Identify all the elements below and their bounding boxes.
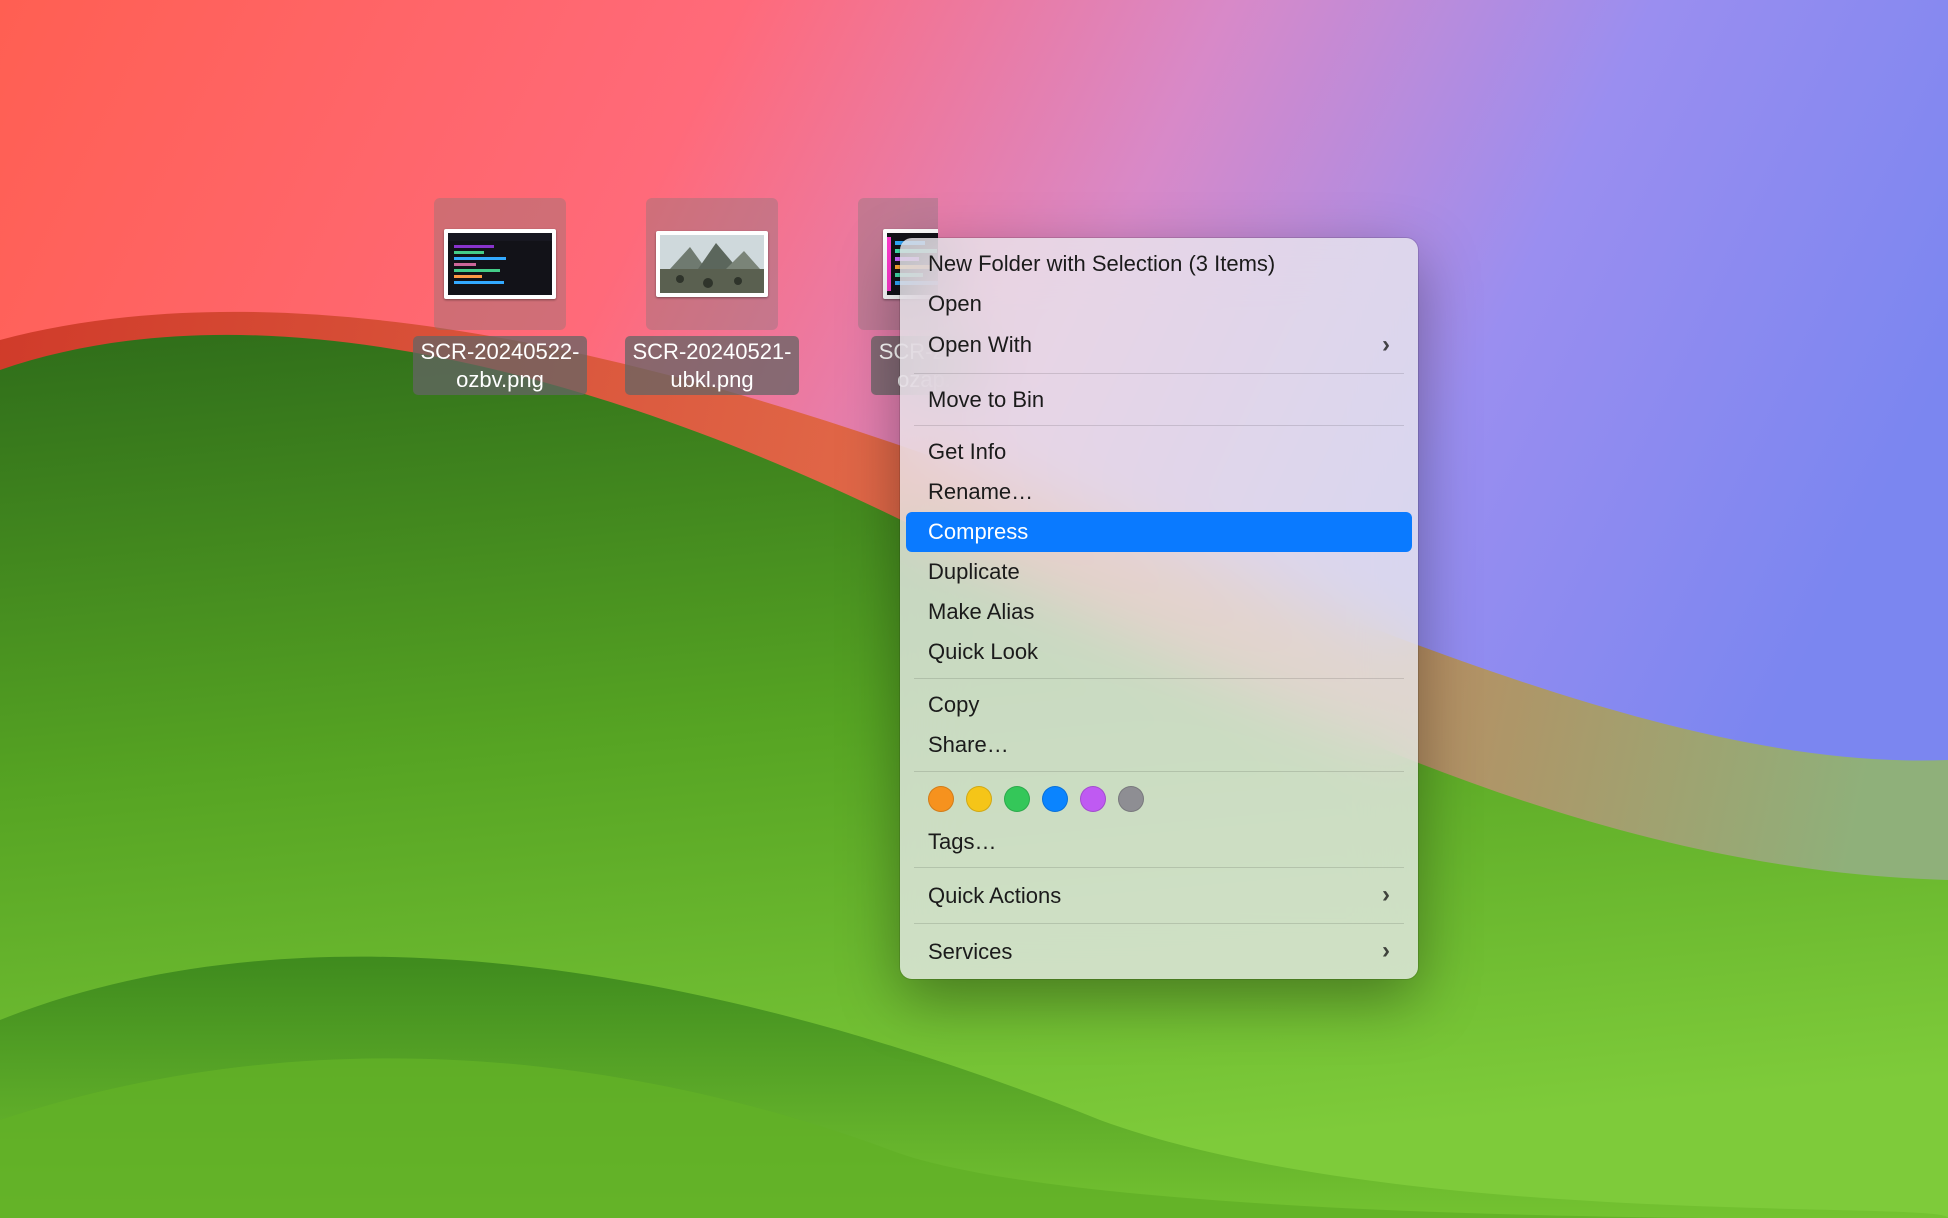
chevron-right-icon: › — [1382, 878, 1390, 913]
file-thumbnail — [646, 198, 778, 330]
menu-item-label: Quick Actions — [928, 880, 1061, 912]
menu-item-rename[interactable]: Rename… — [906, 472, 1412, 512]
menu-item-copy[interactable]: Copy — [906, 685, 1412, 725]
menu-item-duplicate[interactable]: Duplicate — [906, 552, 1412, 592]
tag-color-5[interactable] — [1118, 786, 1144, 812]
menu-separator — [914, 373, 1404, 374]
menu-item-label: Tags… — [928, 826, 996, 858]
menu-item-label: Move to Bin — [928, 384, 1044, 416]
menu-separator — [914, 923, 1404, 924]
menu-item-label: Share… — [928, 729, 1009, 761]
tag-color-4[interactable] — [1080, 786, 1106, 812]
menu-item-open[interactable]: Open — [906, 284, 1412, 324]
tag-color-1[interactable] — [966, 786, 992, 812]
menu-item-move-to-bin[interactable]: Move to Bin — [906, 380, 1412, 420]
menu-item-label: Make Alias — [928, 596, 1034, 628]
file-label: SCR-20240521- ubkl.png — [625, 336, 800, 395]
menu-separator — [914, 425, 1404, 426]
menu-item-tags[interactable]: Tags… — [906, 822, 1412, 862]
menu-item-label: Copy — [928, 689, 979, 721]
tag-color-2[interactable] — [1004, 786, 1030, 812]
file-thumbnail — [434, 198, 566, 330]
menu-item-share[interactable]: Share… — [906, 725, 1412, 765]
chevron-right-icon: › — [1382, 328, 1390, 363]
menu-item-label: Rename… — [928, 476, 1033, 508]
menu-item-get-info[interactable]: Get Info — [906, 432, 1412, 472]
desktop-file-0[interactable]: SCR-20240522- ozbv.png — [395, 198, 605, 395]
tag-color-3[interactable] — [1042, 786, 1068, 812]
menu-item-label: Duplicate — [928, 556, 1020, 588]
menu-item-label: Open — [928, 288, 982, 320]
menu-item-new-folder-with-selection-3-items[interactable]: New Folder with Selection (3 Items) — [906, 244, 1412, 284]
desktop-file-1[interactable]: SCR-20240521- ubkl.png — [607, 198, 817, 395]
menu-separator — [914, 678, 1404, 679]
menu-separator — [914, 771, 1404, 772]
menu-item-label: New Folder with Selection (3 Items) — [928, 248, 1275, 280]
menu-item-make-alias[interactable]: Make Alias — [906, 592, 1412, 632]
menu-item-label: Get Info — [928, 436, 1006, 468]
menu-item-label: Services — [928, 936, 1012, 968]
context-menu: New Folder with Selection (3 Items) Open O… — [900, 238, 1418, 979]
menu-item-label: Quick Look — [928, 636, 1038, 668]
menu-item-open-with[interactable]: Open With › — [906, 324, 1412, 367]
menu-separator — [914, 867, 1404, 868]
menu-item-label: Compress — [928, 516, 1028, 548]
tag-color-0[interactable] — [928, 786, 954, 812]
menu-item-quick-actions[interactable]: Quick Actions › — [906, 874, 1412, 917]
chevron-right-icon: › — [1382, 934, 1390, 969]
menu-item-quick-look[interactable]: Quick Look — [906, 632, 1412, 672]
menu-item-compress[interactable]: Compress — [906, 512, 1412, 552]
menu-item-services[interactable]: Services › — [906, 930, 1412, 973]
tag-color-row — [906, 778, 1412, 822]
file-label: SCR-20240522- ozbv.png — [413, 336, 588, 395]
menu-item-label: Open With — [928, 329, 1032, 361]
